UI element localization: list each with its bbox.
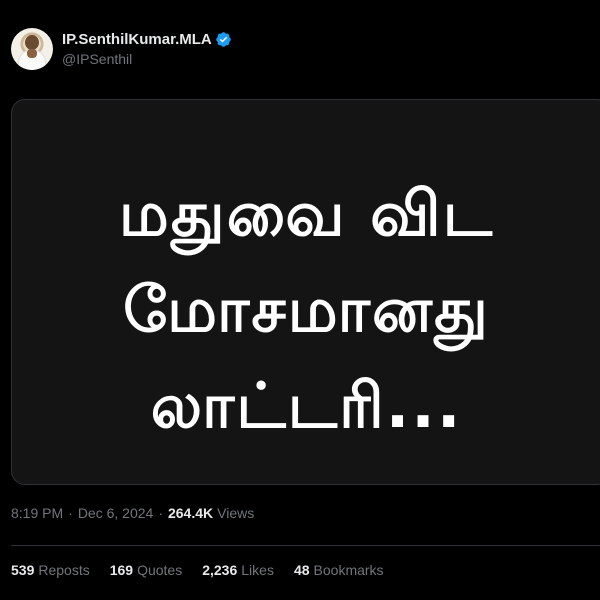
quotes-stat[interactable]: 169 Quotes bbox=[110, 562, 183, 578]
quotes-count: 169 bbox=[109, 562, 134, 578]
quotes-label: Quotes bbox=[137, 562, 183, 578]
handle[interactable]: @IPSenthil bbox=[62, 51, 232, 67]
tweet-time[interactable]: 8:19 PM bbox=[11, 505, 63, 521]
separator-dot: · bbox=[68, 505, 73, 521]
likes-count: 2,236 bbox=[202, 562, 238, 578]
bookmarks-stat[interactable]: 48 Bookmarks bbox=[294, 562, 384, 578]
name-row: IP.SenthilKumar.MLA bbox=[62, 31, 232, 48]
user-meta: IP.SenthilKumar.MLA @IPSenthil bbox=[62, 31, 232, 67]
tweet-date[interactable]: Dec 6, 2024 bbox=[78, 505, 154, 521]
media-text-line: மோசமானது bbox=[123, 273, 490, 346]
views-count: 264.4K bbox=[167, 505, 214, 521]
views-label: Views bbox=[217, 505, 255, 521]
avatar[interactable] bbox=[11, 28, 53, 70]
tweet-media-image[interactable]: மதுவை விட மோசமானது லாட்டரி... bbox=[11, 99, 600, 485]
bookmarks-label: Bookmarks bbox=[313, 562, 384, 578]
bookmarks-count: 48 bbox=[293, 562, 310, 578]
tweet-author-header: IP.SenthilKumar.MLA @IPSenthil bbox=[11, 28, 232, 70]
media-text-line: லாட்டரி... bbox=[150, 369, 463, 442]
reposts-count: 539 bbox=[11, 562, 35, 578]
separator-dot: · bbox=[158, 505, 163, 521]
likes-stat[interactable]: 2,236 Likes bbox=[202, 562, 274, 578]
display-name[interactable]: IP.SenthilKumar.MLA bbox=[62, 31, 212, 48]
reposts-stat[interactable]: 539 Reposts bbox=[11, 562, 90, 578]
verified-badge-icon bbox=[216, 32, 231, 47]
tweet-detail: IP.SenthilKumar.MLA @IPSenthil மதுவை விட… bbox=[0, 0, 600, 600]
reposts-label: Reposts bbox=[38, 562, 90, 578]
avatar-figure-hands bbox=[27, 49, 37, 58]
likes-label: Likes bbox=[241, 562, 274, 578]
avatar-figure-head bbox=[25, 35, 39, 50]
divider bbox=[11, 545, 600, 546]
media-text: மதுவை விட மோசமானது லாட்டரி... bbox=[12, 166, 600, 454]
tweet-meta: 8:19 PM · Dec 6, 2024 · 264.4K Views bbox=[11, 505, 254, 521]
engagement-stats: 539 Reposts 169 Quotes 2,236 Likes 48 Bookma… bbox=[11, 562, 404, 578]
media-text-line: மதுவை விட bbox=[118, 177, 495, 250]
